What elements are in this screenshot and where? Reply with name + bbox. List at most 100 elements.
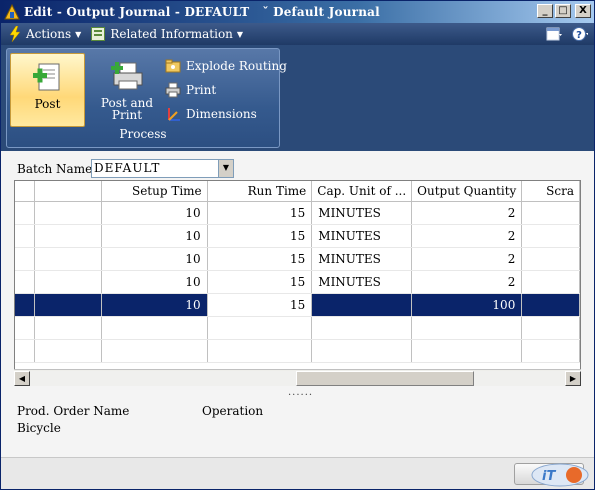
setup-time-cell[interactable]: 10 <box>101 293 208 317</box>
table-cell[interactable] <box>311 316 413 340</box>
table-cell[interactable] <box>34 293 102 317</box>
post-and-print-button[interactable]: Post and Print <box>89 53 165 127</box>
prod-order-name-value: Bicycle <box>17 421 61 435</box>
view-options-icon[interactable] <box>546 26 562 42</box>
table-row[interactable]: 10 15 MINUTES 2 <box>15 201 580 225</box>
post-button[interactable]: Post <box>10 53 85 127</box>
svg-text:iT: iT <box>542 469 556 484</box>
table-cell[interactable] <box>411 316 523 340</box>
related-information-menu[interactable]: Related Information ▼ <box>91 27 243 41</box>
column-header-cap-unit[interactable]: Cap. Unit of ... <box>311 181 413 202</box>
scrap-cell[interactable] <box>521 270 580 294</box>
run-time-cell-editing[interactable]: 15 <box>207 293 313 317</box>
scroll-track[interactable] <box>30 370 565 386</box>
explode-routing-button[interactable]: Explode Routing <box>165 54 287 78</box>
scrap-cell[interactable] <box>521 224 580 248</box>
output-quantity-cell[interactable]: 2 <box>411 201 523 225</box>
table-cell[interactable] <box>34 316 102 340</box>
horizontal-scrollbar[interactable]: ◀ ▶ <box>14 369 581 386</box>
output-quantity-cell[interactable]: 2 <box>411 224 523 248</box>
scroll-thumb[interactable] <box>296 370 474 386</box>
process-group: Post Post and Print Explode Routing Prin… <box>6 48 287 148</box>
table-row[interactable] <box>15 339 580 363</box>
prod-order-name-label: Prod. Order Name <box>17 404 130 418</box>
print-button[interactable]: Print <box>165 78 287 102</box>
scroll-right-icon[interactable]: ▶ <box>565 370 581 386</box>
related-info-icon <box>91 27 106 41</box>
table-cell[interactable] <box>207 316 313 340</box>
table-row[interactable] <box>15 316 580 340</box>
cap-unit-cell[interactable]: MINUTES <box>311 201 413 225</box>
cap-unit-cell[interactable]: MINUTES <box>311 270 413 294</box>
batch-name-value[interactable]: DEFAULT <box>92 160 218 177</box>
table-row-selected[interactable]: 10 15 100 <box>15 293 580 317</box>
table-cell[interactable] <box>34 270 102 294</box>
printer-icon <box>165 82 181 98</box>
table-cell[interactable] <box>34 339 102 363</box>
action-pane-ribbon: Post Post and Print Explode Routing Prin… <box>1 45 594 151</box>
table-cell[interactable] <box>101 316 208 340</box>
scrap-cell[interactable] <box>521 201 580 225</box>
chevron-down-icon: ▼ <box>236 29 244 39</box>
bottom-bar: iT <box>1 457 594 489</box>
close-button[interactable]: X <box>575 4 591 18</box>
row-selector[interactable] <box>15 224 35 248</box>
table-cell[interactable] <box>521 316 580 340</box>
run-time-cell[interactable]: 15 <box>207 224 313 248</box>
help-icon[interactable]: ? <box>572 26 588 42</box>
run-time-cell[interactable]: 15 <box>207 201 313 225</box>
output-quantity-cell[interactable]: 2 <box>411 247 523 271</box>
splitter-handle[interactable]: ...... <box>288 387 313 398</box>
row-selector[interactable] <box>15 339 35 363</box>
output-quantity-cell[interactable]: 100 <box>411 293 523 317</box>
dimensions-label: Dimensions <box>186 107 257 121</box>
column-header-output-quantity[interactable]: Output Quantity <box>411 181 523 202</box>
table-row[interactable]: 10 15 MINUTES 2 <box>15 224 580 248</box>
setup-time-cell[interactable]: 10 <box>101 247 208 271</box>
table-cell[interactable] <box>34 201 102 225</box>
grid-header-row: Setup Time Run Time Cap. Unit of ... Out… <box>15 181 580 202</box>
scroll-left-icon[interactable]: ◀ <box>14 370 30 386</box>
row-selector[interactable] <box>15 316 35 340</box>
column-header-scrap[interactable]: Scra <box>521 181 580 202</box>
run-time-cell[interactable]: 15 <box>207 247 313 271</box>
row-selector[interactable] <box>15 293 35 317</box>
watermark-logo: iT <box>531 463 589 487</box>
row-selector[interactable] <box>15 247 35 271</box>
batch-name-label: Batch Name: <box>17 162 97 176</box>
scrap-cell[interactable] <box>521 247 580 271</box>
minimize-button[interactable]: _ <box>537 4 553 18</box>
setup-time-cell[interactable]: 10 <box>101 201 208 225</box>
actions-label: Actions <box>26 27 72 41</box>
scrap-cell[interactable] <box>521 293 580 317</box>
table-row[interactable]: 10 15 MINUTES 2 <box>15 247 580 271</box>
row-selector[interactable] <box>15 270 35 294</box>
dimensions-button[interactable]: Dimensions <box>165 102 287 126</box>
run-time-cell[interactable]: 15 <box>207 270 313 294</box>
maximize-button[interactable]: □ <box>555 4 571 18</box>
setup-time-cell[interactable]: 10 <box>101 224 208 248</box>
output-journal-window: Edit - Output Journal - DEFAULT ˇ Defaul… <box>0 0 595 490</box>
table-row[interactable]: 10 15 MINUTES 2 <box>15 270 580 294</box>
column-header-setup-time[interactable]: Setup Time <box>101 181 208 202</box>
cap-unit-cell[interactable]: MINUTES <box>311 224 413 248</box>
table-cell[interactable] <box>34 224 102 248</box>
table-cell[interactable] <box>521 339 580 363</box>
actions-menu[interactable]: Actions ▼ <box>9 26 81 42</box>
output-quantity-cell[interactable]: 2 <box>411 270 523 294</box>
cap-unit-cell[interactable] <box>311 293 413 317</box>
table-cell[interactable] <box>311 339 413 363</box>
table-cell[interactable] <box>101 339 208 363</box>
batch-name-field[interactable]: DEFAULT ▼ <box>91 159 234 178</box>
app-icon <box>4 4 20 20</box>
column-header-run-time[interactable]: Run Time <box>207 181 313 202</box>
table-cell[interactable] <box>207 339 313 363</box>
setup-time-cell[interactable]: 10 <box>101 270 208 294</box>
row-selector[interactable] <box>15 201 35 225</box>
table-cell[interactable] <box>411 339 523 363</box>
column-header[interactable] <box>34 181 102 202</box>
table-cell[interactable] <box>34 247 102 271</box>
chevron-down-icon: ▼ <box>75 29 82 39</box>
cap-unit-cell[interactable]: MINUTES <box>311 247 413 271</box>
chevron-down-icon[interactable]: ▼ <box>218 160 233 177</box>
